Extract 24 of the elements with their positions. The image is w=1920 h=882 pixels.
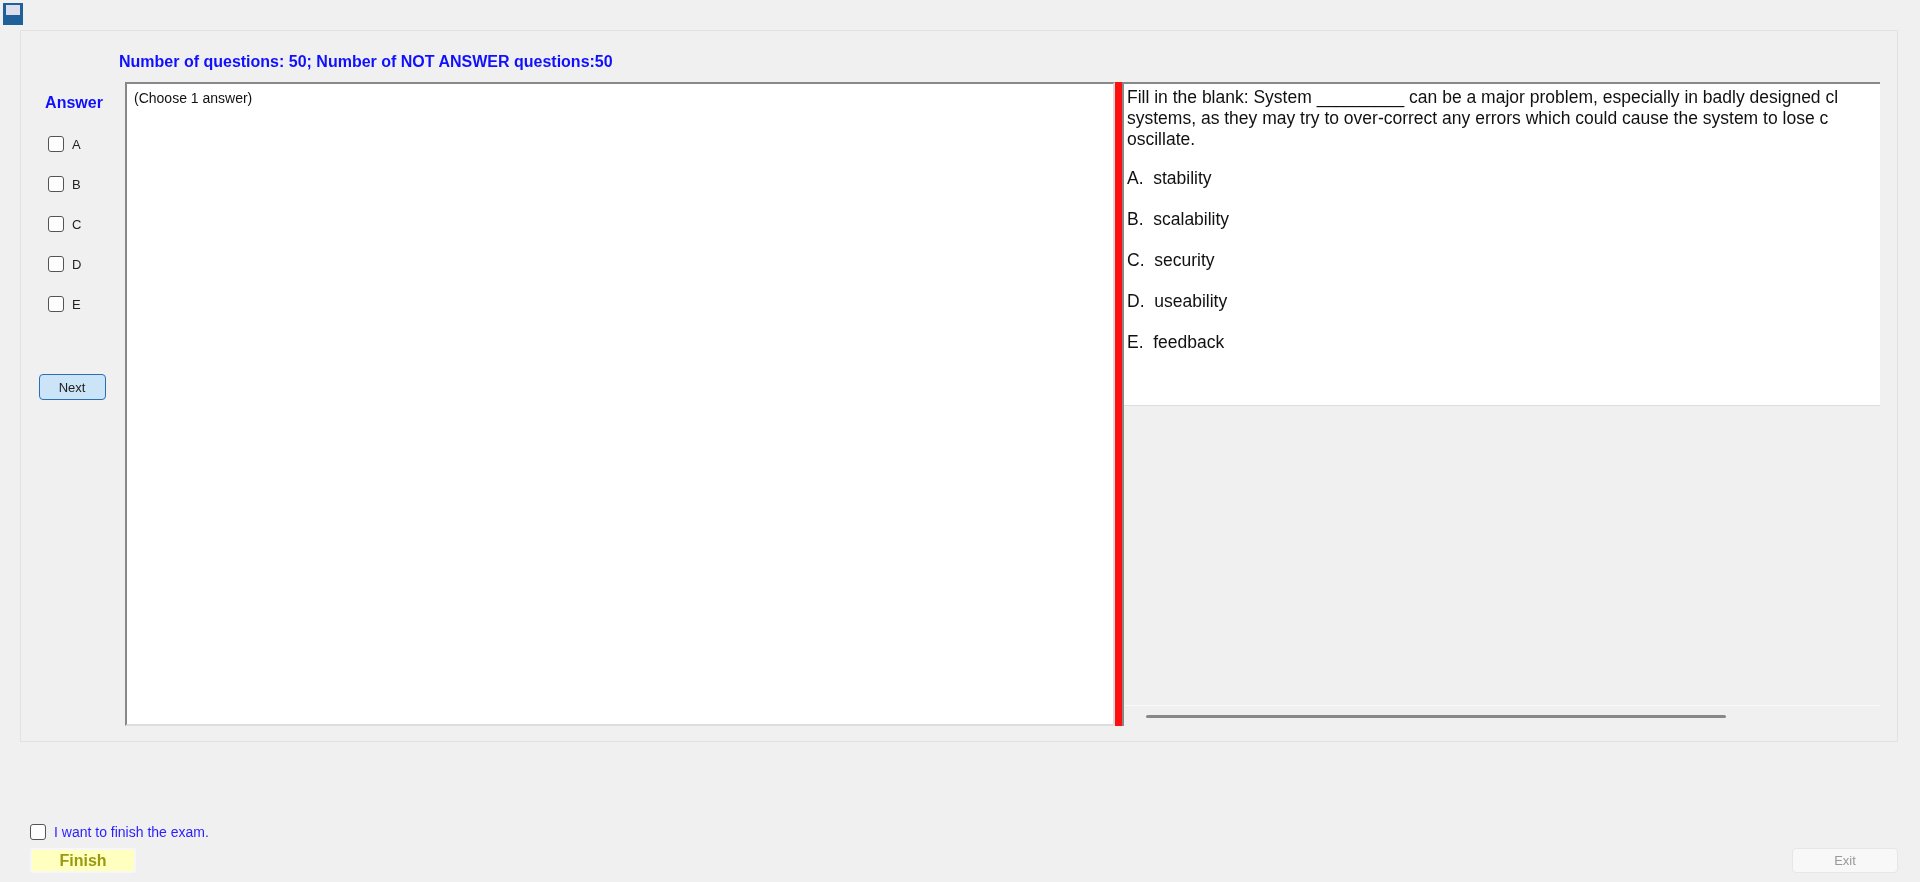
choice-label: D bbox=[72, 256, 82, 272]
answer-checkbox[interactable] bbox=[48, 136, 64, 152]
option-text: C. security bbox=[1127, 250, 1216, 272]
choice-label: B bbox=[72, 176, 81, 192]
choice-label: C bbox=[72, 216, 82, 232]
answer-checkbox[interactable] bbox=[48, 216, 64, 232]
option-text: B. scalability bbox=[1127, 209, 1231, 231]
question-text: Fill in the blank: System _________ can be a major problem, especially in badly designed cl systems, as they may try to over-correct any errors which could cause the system to lose c oscillate. bbox=[1127, 87, 1840, 150]
finish-confirm-label: I want to finish the exam. bbox=[54, 824, 209, 840]
choice-label: E bbox=[72, 296, 81, 312]
choice-label: A bbox=[72, 136, 81, 152]
answer-box[interactable]: (Choose 1 answer) bbox=[125, 82, 1115, 726]
next-button[interactable]: Next bbox=[38, 374, 106, 400]
finish-checkbox[interactable] bbox=[30, 824, 46, 840]
option-text: E. feedback bbox=[1127, 332, 1226, 354]
scrollbar-thumb[interactable] bbox=[1146, 714, 1726, 718]
answer-checkbox[interactable] bbox=[48, 256, 64, 272]
question-summary: Number of questions: 50; Number of NOT ANSWER questions:50 bbox=[119, 53, 614, 72]
answer-checkbox[interactable] bbox=[48, 296, 64, 312]
answer-heading: Answer bbox=[45, 94, 103, 112]
option-text: A. stability bbox=[1127, 168, 1213, 190]
option-text: D. useability bbox=[1127, 291, 1229, 313]
app-icon bbox=[2, 2, 24, 26]
answer-checkbox[interactable] bbox=[48, 176, 64, 192]
